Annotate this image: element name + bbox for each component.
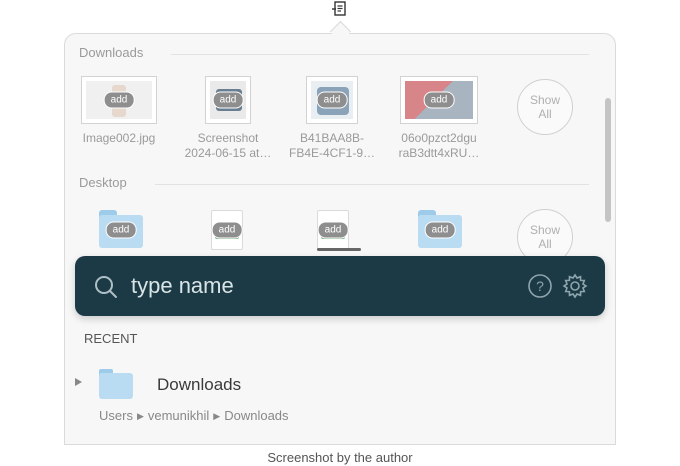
- add-badge[interactable]: add: [424, 221, 456, 239]
- add-badge[interactable]: add: [103, 91, 135, 109]
- download-filename-2: Screenshot 2024-06-15 at…: [178, 131, 278, 161]
- show-all-label: All: [538, 107, 552, 121]
- svg-text:?: ?: [536, 278, 544, 294]
- path-segment[interactable]: vemunikhil: [148, 408, 209, 423]
- show-all-label: All: [538, 237, 552, 251]
- copy-progress-bar: [317, 248, 361, 251]
- filename-line: 06o0pzct2dgu: [401, 131, 477, 145]
- vertical-scrollbar[interactable]: [605, 98, 611, 222]
- desktop-item-1[interactable]: add: [99, 210, 143, 254]
- filename-line: raB3dtt4xRU…: [398, 146, 480, 160]
- gear-icon[interactable]: [561, 272, 589, 300]
- recent-item-name[interactable]: Downloads: [157, 375, 241, 395]
- add-badge[interactable]: add: [316, 91, 348, 109]
- filename-line: 2024-06-15 at…: [184, 146, 272, 160]
- filename-line: Image002.jpg: [82, 131, 156, 145]
- add-badge[interactable]: add: [211, 221, 243, 239]
- chevron-right-icon: ▶: [136, 411, 144, 421]
- desktop-item-2[interactable]: add: [205, 210, 249, 254]
- figure-caption: Screenshot by the author: [267, 450, 413, 465]
- show-all-label: Show: [529, 93, 561, 107]
- help-icon[interactable]: ?: [527, 273, 553, 299]
- add-badge[interactable]: add: [212, 91, 244, 109]
- folder-icon: [99, 369, 133, 399]
- section-header-desktop: Desktop: [79, 175, 127, 190]
- filename-line: FB4E-4CF1-9…: [288, 146, 376, 160]
- search-icon: [95, 276, 117, 298]
- recent-item-path: Users ▶ vemunikhil ▶ Downloads: [99, 408, 289, 423]
- download-thumbnail-2[interactable]: add: [205, 76, 251, 124]
- download-thumbnail-4[interactable]: add: [400, 76, 478, 124]
- section-header-downloads: Downloads: [79, 45, 144, 60]
- add-badge[interactable]: add: [105, 221, 137, 239]
- download-filename-3: B41BAA8B- FB4E-4CF1-9…: [282, 131, 382, 161]
- add-badge[interactable]: add: [317, 221, 349, 239]
- show-all-downloads-button[interactable]: Show All: [517, 79, 573, 135]
- chevron-right-icon: ▶: [213, 411, 221, 421]
- filename-line: Screenshot: [197, 131, 259, 145]
- search-input[interactable]: [131, 270, 511, 302]
- popover-panel: Downloads add Image002.jpg add Screensho…: [64, 33, 616, 445]
- download-thumbnail-3[interactable]: add: [306, 76, 358, 124]
- show-all-label: Show: [529, 223, 561, 237]
- download-filename-4: 06o0pzct2dgu raB3dtt4xRU…: [389, 131, 489, 161]
- download-thumbnail-1[interactable]: add: [81, 76, 157, 124]
- path-segment[interactable]: Users: [99, 408, 133, 423]
- filename-line: B41BAA8B-: [299, 131, 365, 145]
- search-bar: ?: [75, 256, 605, 316]
- section-divider: [155, 184, 589, 185]
- download-filename-1: Image002.jpg: [69, 131, 169, 146]
- path-segment[interactable]: Downloads: [224, 408, 288, 423]
- add-badge[interactable]: add: [423, 91, 455, 109]
- paste-stack-icon[interactable]: [331, 0, 349, 18]
- recent-header: RECENT: [84, 331, 138, 346]
- section-divider: [171, 54, 589, 55]
- desktop-item-4[interactable]: add: [418, 210, 462, 254]
- disclosure-triangle-icon[interactable]: [75, 378, 82, 386]
